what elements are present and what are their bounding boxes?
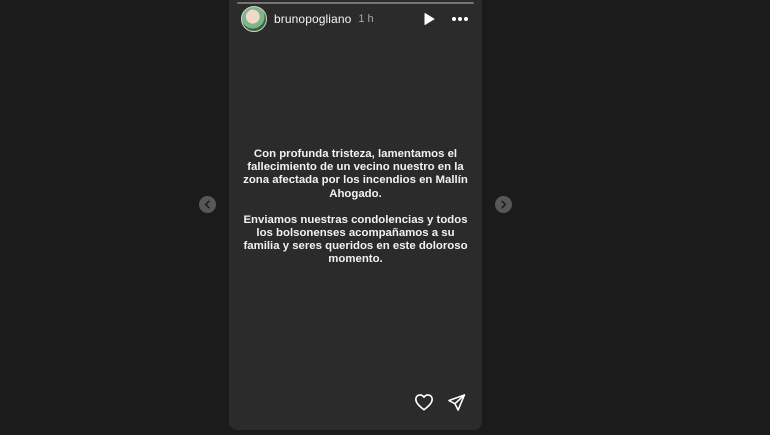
more-icon [452,17,468,21]
play-button[interactable] [420,10,438,28]
story-header: brunopogliano 1 h [241,6,470,32]
heart-icon [415,394,433,411]
story-text: Con profunda tristeza, lamentamos el fal… [243,148,468,280]
chevron-left-icon [204,200,210,209]
story-paragraph-2: Enviamos nuestras condolencias y todos l… [243,213,468,266]
story-actions [414,392,466,412]
story-viewer: brunopogliano 1 h Con profunda tristeza,… [0,0,770,435]
post-time: 1 h [358,13,374,25]
chevron-right-icon [501,200,507,209]
send-icon [447,393,465,411]
story-paragraph-1: Con profunda tristeza, lamentamos el fal… [243,148,468,200]
story-progress-bar [237,2,474,4]
user-avatar[interactable] [241,6,267,32]
more-options-button[interactable] [450,10,470,28]
next-story-button[interactable] [495,196,512,213]
share-button[interactable] [446,392,466,412]
previous-story-button[interactable] [199,196,216,213]
story-card[interactable]: brunopogliano 1 h Con profunda tristeza,… [229,0,482,430]
like-button[interactable] [414,392,434,412]
play-icon [424,13,435,25]
username[interactable]: brunopogliano [274,12,351,26]
